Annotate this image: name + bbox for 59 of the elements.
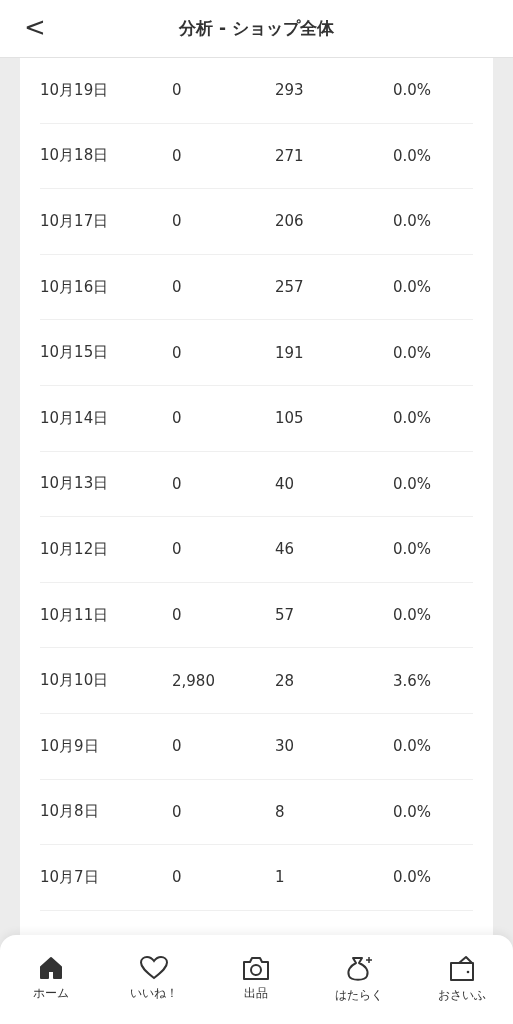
- table-cell-text: 0.0%: [393, 868, 433, 887]
- table-cell-text: 1: [275, 868, 286, 887]
- table-cell-text: 0: [172, 606, 183, 625]
- table-cell-text: 0.0%: [393, 802, 433, 821]
- table-cell-text: 0.0%: [393, 540, 433, 559]
- table-cell-text: 0.0%: [393, 737, 433, 756]
- tab-item[interactable]: 出品: [205, 951, 308, 1006]
- table-cell-text: 206: [275, 212, 305, 231]
- table-cell-text: 0: [172, 278, 183, 297]
- table-cell-text: 28: [275, 671, 296, 690]
- table-cell-text: 0: [172, 146, 183, 165]
- table-cell-text: 40: [275, 474, 296, 493]
- table-cell-text: 46: [275, 540, 296, 559]
- back-button[interactable]: <: [18, 12, 52, 42]
- date-cell-text: 10月7日: [40, 867, 100, 887]
- table-cell-text: 0.0%: [393, 606, 433, 625]
- table-cell-text: 0.0%: [393, 81, 433, 100]
- date-cell-text: 10月16日: [40, 277, 110, 297]
- date-cell-text: 10月10日: [40, 671, 110, 691]
- table-cell-text: 271: [275, 146, 305, 165]
- date-cell-text: 10月11日: [40, 605, 110, 625]
- table-cell-text: 191: [275, 343, 305, 362]
- table-cell-text: 105: [275, 409, 305, 428]
- table-cell-text: 57: [275, 606, 296, 625]
- table-cell-text: 0: [172, 409, 183, 428]
- table-cell-text: 0.0%: [393, 343, 433, 362]
- date-cell-text: 10月9日: [40, 736, 100, 756]
- table-cell-text: 0: [172, 212, 183, 231]
- date-cell-text: 10月19日: [40, 80, 110, 100]
- date-cell-text: 10月15日: [40, 343, 110, 363]
- tab-item[interactable]: おさいふ: [410, 951, 513, 1008]
- table-cell-text: 0: [172, 540, 183, 559]
- tab-item[interactable]: はたらく: [307, 951, 411, 1008]
- table-cell-text: 2,980: [172, 671, 216, 690]
- table-cell-text: 0.0%: [393, 474, 433, 493]
- table-cell-text: 0.0%: [393, 278, 433, 297]
- table-cell-text: 257: [275, 278, 305, 297]
- table-cell-text: 0: [172, 868, 183, 887]
- date-cell-text: 10月13日: [40, 474, 110, 494]
- table-cell-text: 0.0%: [393, 409, 433, 428]
- date-cell-text: 10月12日: [40, 539, 110, 559]
- table-cell-text: 0: [172, 802, 183, 821]
- table-cell-text: 0.0%: [393, 146, 433, 165]
- table-cell-text: 8: [275, 802, 286, 821]
- table-cell-text: 0: [172, 81, 183, 100]
- tab-item[interactable]: いいね！: [102, 951, 206, 1006]
- page-title: 分析 - ショップ全体: [179, 17, 334, 40]
- table-cell-text: 0: [172, 474, 183, 493]
- tab-item[interactable]: ホーム: [0, 951, 103, 1006]
- table-cell-text: 30: [275, 737, 296, 756]
- table-cell-text: 0: [172, 343, 183, 362]
- table-cell-text: 3.6%: [393, 671, 433, 690]
- date-cell-text: 10月8日: [40, 802, 100, 822]
- date-cell-text: 10月14日: [40, 408, 110, 428]
- date-cell-text: 10月18日: [40, 146, 110, 166]
- date-cell-text: 10月17日: [40, 212, 110, 231]
- table-cell-text: 0: [172, 737, 183, 756]
- table-cell-text: 0.0%: [393, 212, 433, 231]
- table-cell-text: 293: [275, 81, 305, 100]
